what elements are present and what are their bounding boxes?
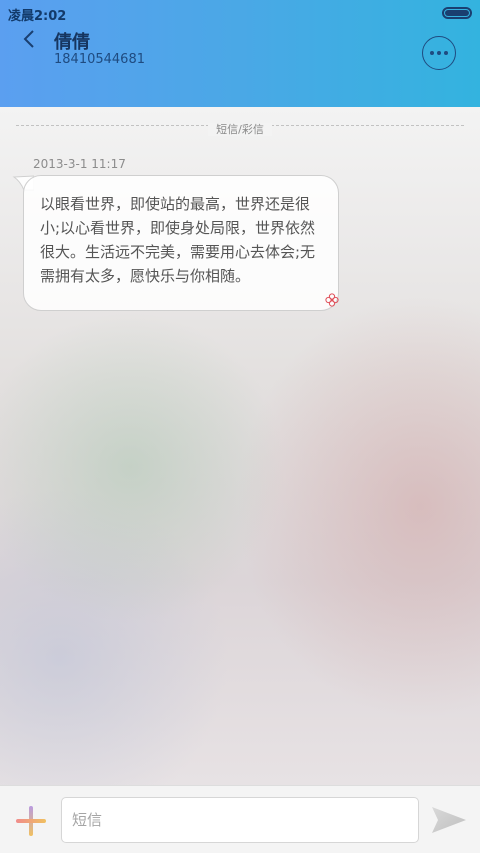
composer-bar	[0, 785, 480, 853]
sms-input[interactable]	[61, 797, 419, 843]
battery-icon	[442, 7, 472, 19]
chevron-left-icon	[23, 30, 34, 48]
message-timestamp: 2013-3-1 11:17	[33, 157, 126, 171]
message-line: 小;以心看世界，即使身处局限，世界依然	[40, 219, 316, 237]
back-button[interactable]	[16, 26, 42, 52]
message-line: 以眼看世界，即使站的最高，世界还是很	[40, 195, 311, 213]
message-bubble[interactable]: 以眼看世界，即使站的最高，世界还是很 小;以心看世界，即使身处局限，世界依然 很…	[23, 175, 339, 311]
send-icon	[432, 807, 466, 833]
attach-button[interactable]	[14, 804, 48, 838]
send-button[interactable]	[430, 805, 468, 835]
message-line: 很大。生活远不完美，需要用心去体会;无	[40, 243, 316, 261]
more-horizontal-icon	[429, 51, 450, 55]
message-list[interactable]: 短信/彩信 2013-3-1 11:17 以眼看世界，即使站的最高，世界还是很 …	[0, 107, 480, 785]
conversation-header: 凌晨2:02 倩倩 18410544681	[0, 0, 480, 107]
more-options-button[interactable]	[422, 36, 456, 70]
plus-icon	[16, 806, 46, 836]
message-line: 需拥有太多，愿快乐与你相随。	[40, 267, 251, 285]
status-bar-time: 凌晨2:02	[8, 9, 67, 24]
flower-icon	[325, 293, 339, 307]
divider-label: 短信/彩信	[208, 123, 272, 136]
contact-name: 倩倩	[54, 32, 90, 53]
contact-number: 18410544681	[54, 52, 145, 67]
